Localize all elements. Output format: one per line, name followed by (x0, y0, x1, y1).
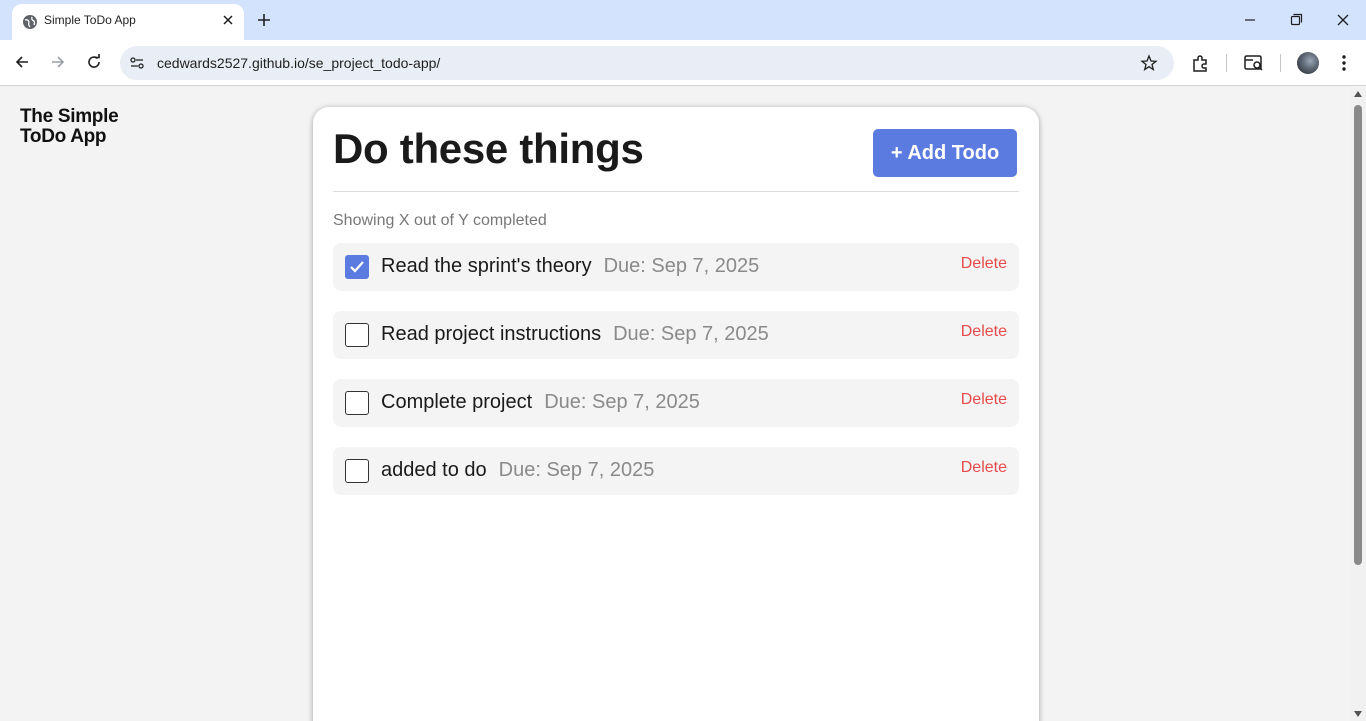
browser-toolbar: cedwards2527.github.io/se_project_todo-a… (0, 40, 1366, 86)
profile-avatar[interactable] (1297, 52, 1319, 74)
browser-tab[interactable]: Simple ToDo App (12, 4, 244, 40)
delete-button[interactable]: Delete (961, 323, 1007, 341)
tab-strip: Simple ToDo App (0, 0, 1366, 40)
todo-due-date: Due: Sep 7, 2025 (544, 391, 700, 413)
todo-checkbox[interactable] (345, 323, 369, 347)
delete-button[interactable]: Delete (961, 459, 1007, 477)
delete-button[interactable]: Delete (961, 255, 1007, 273)
header-divider (333, 191, 1019, 192)
todo-checkbox[interactable] (345, 255, 369, 279)
scroll-down-arrow-icon[interactable] (1354, 711, 1362, 717)
add-todo-button[interactable]: + Add Todo (873, 129, 1017, 177)
tab-search-icon[interactable] (1243, 52, 1265, 74)
forward-icon[interactable] (48, 52, 68, 72)
site-info-icon[interactable] (128, 54, 146, 72)
todo-card: Do these things + Add Todo Showing X out… (313, 107, 1039, 721)
extensions-icon[interactable] (1190, 52, 1212, 74)
url-text[interactable]: cedwards2527.github.io/se_project_todo-a… (157, 55, 440, 71)
page-title: Do these things (333, 125, 644, 172)
todo-title: added to do Due: Sep 7, 2025 (381, 459, 655, 481)
todo-title: Read project instructions Due: Sep 7, 202… (381, 323, 769, 345)
toolbar-divider (1280, 54, 1281, 72)
close-icon[interactable] (220, 12, 236, 28)
todo-due-date: Due: Sep 7, 2025 (498, 459, 655, 481)
todo-due-date: Due: Sep 7, 2025 (613, 323, 769, 345)
toolbar-divider (1226, 54, 1227, 72)
todo-title: Complete project Due: Sep 7, 2025 (381, 391, 700, 413)
page-viewport: The Simple ToDo App Do these things + Ad… (0, 87, 1350, 721)
todo-checkbox[interactable] (345, 459, 369, 483)
tab-title: Simple ToDo App (44, 13, 136, 27)
app-brand: The Simple ToDo App (20, 107, 170, 147)
globe-icon (23, 15, 37, 29)
scrollbar-thumb[interactable] (1354, 105, 1362, 565)
address-bar[interactable]: cedwards2527.github.io/se_project_todo-a… (120, 46, 1174, 80)
close-window-icon[interactable] (1333, 10, 1353, 30)
todo-item: Read project instructions Due: Sep 7, 202… (333, 311, 1019, 359)
vertical-scrollbar[interactable] (1350, 87, 1366, 721)
minimize-icon[interactable] (1240, 10, 1260, 30)
plus-icon[interactable] (254, 10, 274, 30)
delete-button[interactable]: Delete (961, 391, 1007, 409)
brand-line-2: ToDo App (20, 126, 107, 147)
todo-item: Read the sprint's theory Due: Sep 7, 2025… (333, 243, 1019, 291)
scroll-up-arrow-icon[interactable] (1354, 91, 1362, 97)
todo-checkbox[interactable] (345, 391, 369, 415)
completion-counter: Showing X out of Y completed (333, 212, 547, 229)
restore-icon[interactable] (1286, 10, 1306, 30)
back-icon[interactable] (12, 52, 32, 72)
menu-icon[interactable] (1333, 52, 1355, 74)
todo-due-date: Due: Sep 7, 2025 (603, 255, 760, 277)
todo-title: Read the sprint's theory Due: Sep 7, 2025 (381, 255, 760, 277)
reload-icon[interactable] (84, 52, 104, 72)
checkmark-icon (350, 261, 364, 273)
brand-line-1: The Simple (20, 106, 119, 127)
star-icon[interactable] (1140, 54, 1158, 72)
todo-item: added to do Due: Sep 7, 2025 Delete (333, 447, 1019, 495)
todo-item: Complete project Due: Sep 7, 2025 Delete (333, 379, 1019, 427)
